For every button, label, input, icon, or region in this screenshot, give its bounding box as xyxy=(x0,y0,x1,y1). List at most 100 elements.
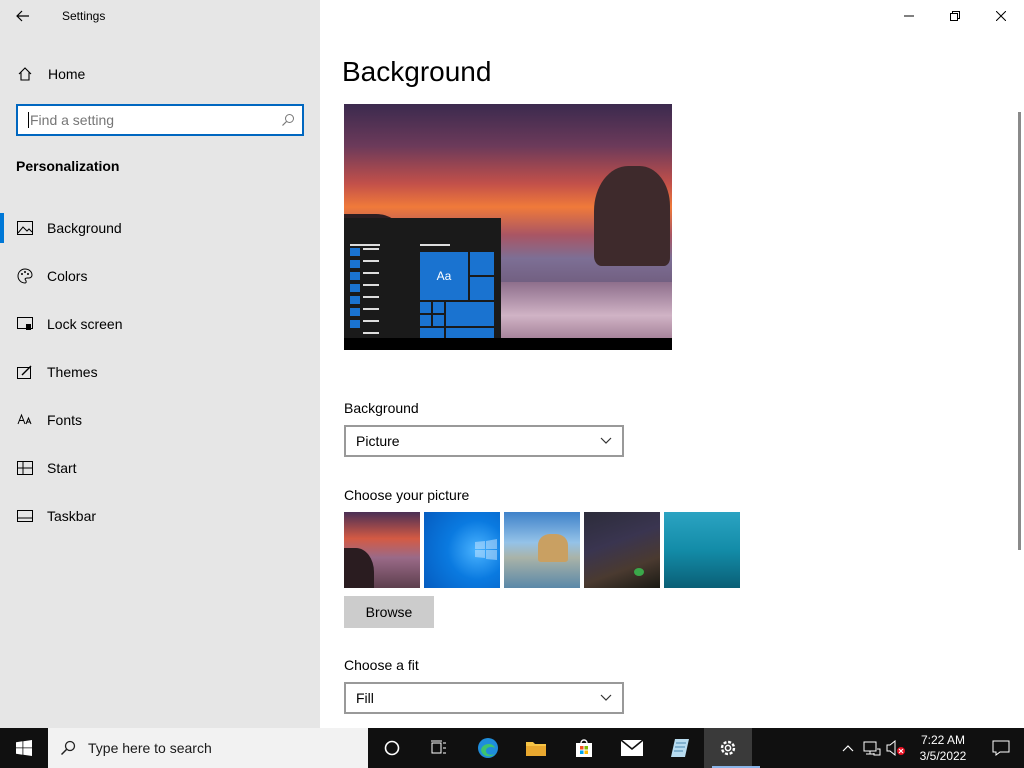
file-explorer-button[interactable] xyxy=(512,728,560,768)
close-icon xyxy=(996,11,1006,21)
home-label: Home xyxy=(48,66,86,82)
close-button[interactable] xyxy=(978,0,1024,32)
sidebar-item-label: Start xyxy=(47,460,77,476)
store-bag-icon xyxy=(576,739,592,757)
clock-date: 3/5/2022 xyxy=(919,749,967,763)
edge-icon xyxy=(478,738,498,758)
taskbar: Type here to search 7:22 AM 3/5/2022 xyxy=(0,728,1024,768)
back-button[interactable] xyxy=(0,0,46,32)
volume-button[interactable] xyxy=(884,728,908,768)
picture-thumbnail-beach-rock[interactable] xyxy=(504,512,580,588)
mail-button[interactable] xyxy=(608,728,656,768)
sidebar-item-start[interactable]: Start xyxy=(0,444,320,492)
gear-icon xyxy=(720,740,736,756)
page-title: Background xyxy=(342,56,492,87)
home-link[interactable]: Home xyxy=(0,56,320,92)
clock-time: 7:22 AM xyxy=(920,733,966,747)
task-view-icon xyxy=(431,740,446,754)
network-icon xyxy=(863,741,881,756)
settings-app-button[interactable] xyxy=(704,728,752,768)
back-arrow-icon xyxy=(16,10,29,22)
picture-thumbnail-underwater[interactable] xyxy=(664,512,740,588)
notepad-app-button[interactable] xyxy=(656,728,704,768)
sidebar-item-taskbar[interactable]: Taskbar xyxy=(0,492,320,540)
themes-icon xyxy=(16,365,34,379)
notepad-icon xyxy=(671,739,689,757)
taskbar-clock[interactable]: 7:22 AM 3/5/2022 xyxy=(908,732,978,764)
fit-dropdown[interactable]: Fill xyxy=(344,682,624,714)
sidebar-item-themes[interactable]: Themes xyxy=(0,348,320,396)
volume-muted-icon xyxy=(886,740,905,756)
choose-fit-label: Choose a fit xyxy=(344,657,419,673)
preview-app-icons xyxy=(350,248,360,332)
window-controls xyxy=(886,0,1024,32)
background-type-dropdown[interactable]: Picture xyxy=(344,425,624,457)
wallpaper-surf xyxy=(500,282,672,338)
chevron-down-icon xyxy=(600,694,612,701)
chevron-up-icon xyxy=(842,745,854,752)
edge-browser-button[interactable] xyxy=(464,728,512,768)
restore-button[interactable] xyxy=(932,0,978,32)
search-icon xyxy=(274,113,302,127)
preview-tiles: Aa xyxy=(420,252,494,338)
preview-tile-text: Aa xyxy=(420,252,468,300)
palette-icon xyxy=(16,268,34,284)
wallpaper-rock-right xyxy=(594,166,670,266)
preview-taskbar xyxy=(344,338,672,350)
sidebar-item-label: Themes xyxy=(47,364,98,380)
show-hidden-icons-button[interactable] xyxy=(836,728,860,768)
choose-picture-label: Choose your picture xyxy=(344,487,470,503)
microsoft-store-button[interactable] xyxy=(560,728,608,768)
minimize-button[interactable] xyxy=(886,0,932,32)
cortana-button[interactable] xyxy=(368,728,416,768)
lock-screen-icon xyxy=(16,317,34,331)
sidebar-item-lock-screen[interactable]: Lock screen xyxy=(0,300,320,348)
sidebar-item-label: Fonts xyxy=(47,412,83,428)
network-button[interactable] xyxy=(860,728,884,768)
sidebar-item-label: Lock screen xyxy=(47,316,123,332)
fit-value: Fill xyxy=(356,690,374,706)
picture-thumbnail-night-sky[interactable] xyxy=(584,512,660,588)
minimize-icon xyxy=(904,15,914,17)
browse-button[interactable]: Browse xyxy=(344,596,434,628)
task-view-button[interactable] xyxy=(416,728,464,768)
background-type-value: Picture xyxy=(356,433,400,449)
active-indicator xyxy=(0,213,4,243)
start-icon xyxy=(16,461,34,475)
find-setting-input[interactable]: Find a setting xyxy=(16,104,304,136)
sidebar-item-colors[interactable]: Colors xyxy=(0,252,320,300)
sidebar-item-fonts[interactable]: Fonts xyxy=(0,396,320,444)
restore-icon xyxy=(950,11,960,21)
picture-icon xyxy=(16,221,34,235)
search-placeholder: Find a setting xyxy=(30,112,115,128)
fonts-icon xyxy=(16,413,34,427)
desktop-preview: Aa xyxy=(344,104,672,350)
folder-icon xyxy=(526,742,546,756)
mail-icon xyxy=(620,739,644,756)
cortana-circle-icon xyxy=(384,740,400,756)
sidebar: Settings Home Find a setting Personaliza… xyxy=(0,0,320,728)
text-caret xyxy=(28,112,29,128)
sidebar-item-label: Background xyxy=(47,220,122,236)
app-title: Settings xyxy=(62,9,106,23)
sidebar-item-background[interactable]: Background xyxy=(0,204,320,252)
picture-thumbnail-windows-blue[interactable] xyxy=(424,512,500,588)
notification-icon xyxy=(992,740,1010,756)
sidebar-item-label: Taskbar xyxy=(47,508,97,524)
preview-start-menu: Aa xyxy=(344,218,501,338)
picture-thumbnail-sunset-rocks[interactable] xyxy=(344,512,420,588)
scrollbar[interactable] xyxy=(1018,112,1021,550)
system-tray: 7:22 AM 3/5/2022 xyxy=(836,728,1024,768)
start-button[interactable] xyxy=(0,728,48,768)
windows-logo-icon xyxy=(16,740,32,756)
home-icon xyxy=(16,66,34,82)
search-icon xyxy=(48,740,88,756)
windows-logo-icon xyxy=(475,539,497,560)
preview-app-labels xyxy=(363,248,381,344)
taskbar-icon xyxy=(16,510,34,522)
action-center-button[interactable] xyxy=(978,728,1024,768)
background-label: Background xyxy=(344,400,419,416)
section-title: Personalization xyxy=(16,158,120,174)
taskbar-search-box[interactable]: Type here to search xyxy=(48,728,368,768)
title-bar: Settings xyxy=(0,0,320,32)
